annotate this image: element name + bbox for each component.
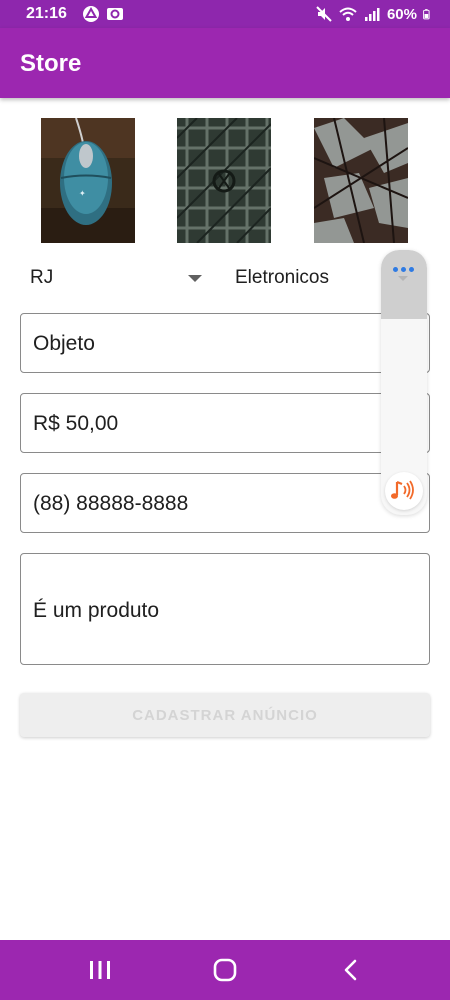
state-value: RJ — [30, 267, 54, 288]
price-field[interactable]: R$ 50,00 — [20, 393, 430, 453]
music-sound-button[interactable] — [385, 472, 423, 510]
home-icon — [213, 958, 237, 982]
app-bar: Store — [0, 28, 450, 98]
category-spinner[interactable]: Eletronicos — [235, 258, 385, 298]
category-value: Eletronicos — [235, 267, 329, 288]
phone-field-value: (88) 88888-8888 — [33, 492, 189, 515]
floating-overlay-panel[interactable] — [381, 250, 427, 515]
title-field-value: Objeto — [33, 332, 95, 355]
back-button[interactable] — [338, 958, 364, 982]
submit-ad-label: CADASTRAR ANÚNCIO — [132, 707, 318, 724]
phone-field[interactable]: (88) 88888-8888 — [20, 473, 430, 533]
photo-fabric[interactable] — [314, 118, 408, 243]
photo-pattern[interactable] — [177, 118, 271, 243]
system-nav-bar — [0, 940, 450, 1000]
status-system-icons: 60% — [315, 5, 434, 23]
status-time: 21:16 — [26, 5, 67, 22]
recents-icon — [90, 961, 110, 979]
battery-percent: 60% — [386, 5, 417, 23]
chevron-down-icon — [398, 276, 408, 281]
submit-ad-button[interactable]: CADASTRAR ANÚNCIO — [20, 693, 430, 737]
drive-icon — [83, 6, 99, 22]
back-icon — [344, 959, 357, 981]
music-sound-icon — [391, 480, 414, 500]
dropdown-arrow-icon — [188, 275, 202, 282]
state-spinner[interactable]: RJ — [30, 258, 210, 298]
wifi-icon — [339, 7, 357, 21]
title-field[interactable]: Objeto — [20, 313, 430, 373]
signal-icon — [364, 8, 380, 21]
home-button[interactable] — [212, 958, 238, 982]
svg-text:✦: ✦ — [79, 189, 86, 198]
app-title: Store — [20, 50, 82, 77]
photo-mouse[interactable]: ✦ — [41, 118, 135, 243]
status-notification-icons — [82, 5, 124, 23]
description-field-value: É um produto — [33, 599, 160, 622]
price-field-value: R$ 50,00 — [33, 412, 119, 435]
recents-button[interactable] — [87, 958, 113, 982]
battery-icon — [423, 9, 430, 20]
more-dots-icon — [393, 267, 414, 272]
description-field[interactable]: É um produto — [20, 553, 430, 665]
overlay-drag-handle[interactable] — [381, 250, 427, 319]
camera-icon — [107, 8, 123, 20]
status-bar: 21:16 60% — [0, 0, 450, 28]
mute-icon — [316, 6, 332, 22]
